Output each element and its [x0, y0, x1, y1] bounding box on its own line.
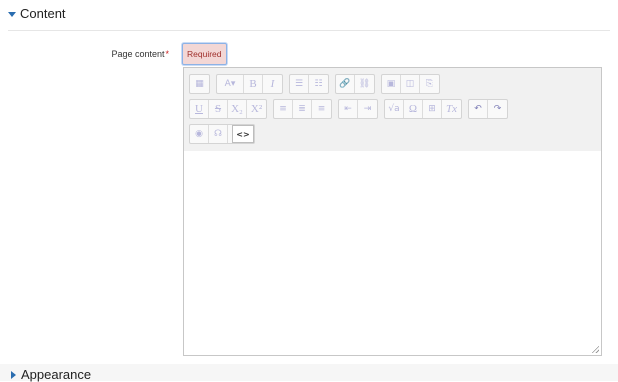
- toolbar-group: A▾ B I: [216, 74, 283, 94]
- toolbar-row-3: ◉ ☊ <>: [189, 124, 255, 144]
- toolbar-toggle-icon[interactable]: ▦: [190, 75, 209, 93]
- toolbar-group: ↶ ↷: [468, 99, 508, 119]
- toolbar-group: √a Ω ⊞ Tx: [384, 99, 462, 119]
- image-icon[interactable]: ▣: [382, 75, 401, 93]
- toolbar-row-1: ▦ A▾ B I ☰ ☷ 🔗 ⛓ ▣ ◫ ⎘: [189, 74, 440, 94]
- font-size-icon[interactable]: A▾: [217, 75, 244, 93]
- italic-icon[interactable]: I: [263, 75, 282, 93]
- caret-down-icon: [8, 11, 16, 17]
- clear-formatting-icon[interactable]: Tx: [442, 100, 461, 118]
- bullet-list-icon[interactable]: ☰: [290, 75, 309, 93]
- redo-icon[interactable]: ↷: [488, 100, 507, 118]
- content-section-title: Content: [20, 6, 66, 21]
- toolbar-group: ≡ ≣ ≡: [273, 99, 332, 119]
- special-char-icon[interactable]: Ω: [404, 100, 423, 118]
- content-section-header[interactable]: Content: [8, 6, 66, 21]
- table-icon[interactable]: ⊞: [423, 100, 442, 118]
- appearance-section-bar: [0, 364, 618, 381]
- html-icon[interactable]: <>: [232, 125, 254, 143]
- toolbar-group: ▣ ◫ ⎘: [381, 74, 440, 94]
- toolbar-group: ▦: [189, 74, 210, 94]
- align-right-icon[interactable]: ≡: [312, 100, 331, 118]
- unlink-icon[interactable]: ⛓: [355, 75, 374, 93]
- indent-icon[interactable]: ⇥: [358, 100, 377, 118]
- accessibility-checker-icon[interactable]: ◉: [190, 125, 209, 143]
- superscript-icon[interactable]: X²: [247, 100, 266, 118]
- strikethrough-icon[interactable]: S: [209, 100, 228, 118]
- section-divider: [8, 30, 610, 31]
- link-icon[interactable]: 🔗: [336, 75, 355, 93]
- toolbar-group: U S X₂ X²: [189, 99, 267, 119]
- toolbar-group: 🔗 ⛓: [335, 74, 375, 94]
- equation-icon[interactable]: √a: [385, 100, 404, 118]
- underline-icon[interactable]: U: [190, 100, 209, 118]
- editor-toolbar: ▦ A▾ B I ☰ ☷ 🔗 ⛓ ▣ ◫ ⎘ U S X₂ X² ≡ ≣ ≡ ⇤…: [183, 67, 602, 152]
- required-badge: Required: [182, 43, 227, 65]
- resize-handle-icon[interactable]: [591, 345, 599, 353]
- manage-files-icon[interactable]: ⎘: [420, 75, 439, 93]
- toolbar-group: ◉ ☊ <>: [189, 124, 255, 144]
- appearance-section-header[interactable]: Appearance: [11, 367, 91, 382]
- screenreader-helper-icon[interactable]: ☊: [209, 125, 228, 143]
- page-content-label-text: Page content: [111, 49, 165, 59]
- bold-icon[interactable]: B: [244, 75, 263, 93]
- align-left-icon[interactable]: ≡: [274, 100, 293, 118]
- page-content-editor[interactable]: [183, 151, 602, 356]
- outdent-icon[interactable]: ⇤: [339, 100, 358, 118]
- page-content-label: Page content*: [111, 49, 169, 59]
- subscript-icon[interactable]: X₂: [228, 100, 247, 118]
- caret-right-icon: [11, 370, 16, 379]
- toolbar-group: ☰ ☷: [289, 74, 329, 94]
- toolbar-group: ⇤ ⇥: [338, 99, 378, 119]
- media-icon[interactable]: ◫: [401, 75, 420, 93]
- undo-icon[interactable]: ↶: [469, 100, 488, 118]
- align-center-icon[interactable]: ≣: [293, 100, 312, 118]
- toolbar-row-2: U S X₂ X² ≡ ≣ ≡ ⇤ ⇥ √a Ω ⊞ Tx ↶ ↷: [189, 99, 508, 119]
- required-asterisk: *: [165, 49, 169, 59]
- numbered-list-icon[interactable]: ☷: [309, 75, 328, 93]
- appearance-section-title: Appearance: [21, 367, 92, 382]
